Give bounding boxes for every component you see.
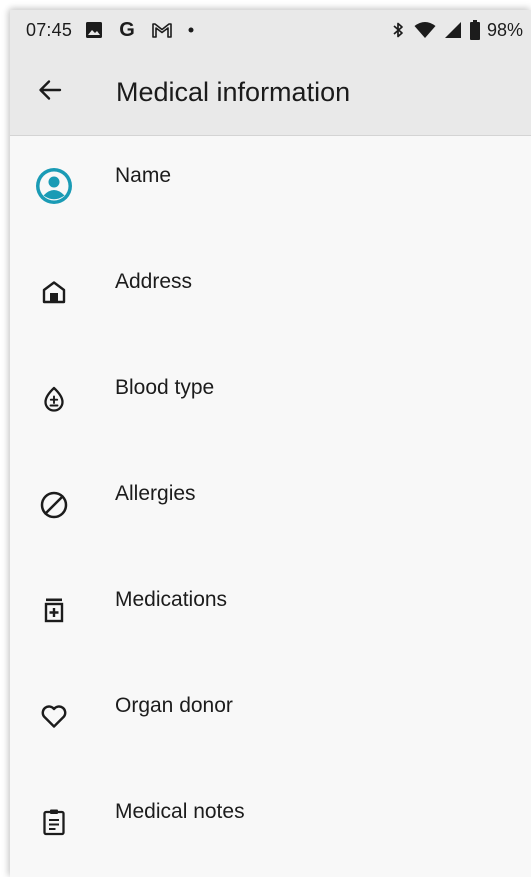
status-right: 98%	[389, 19, 523, 41]
list-item-name[interactable]: Name	[10, 136, 531, 242]
medication-icon	[34, 590, 74, 630]
block-icon	[34, 485, 74, 525]
svg-text:G: G	[119, 19, 135, 41]
gallery-icon	[84, 20, 104, 40]
item-label-medications: Medications	[115, 588, 228, 611]
clipboard-icon	[34, 802, 74, 842]
back-button[interactable]	[20, 63, 80, 123]
arrow-back-icon	[36, 76, 64, 109]
battery-icon	[469, 19, 481, 41]
item-label-blood-type: Blood type	[115, 376, 215, 399]
item-label-allergies: Allergies	[115, 482, 196, 505]
item-label-name: Name	[115, 164, 172, 187]
home-icon	[34, 272, 74, 312]
account-circle-icon	[34, 166, 74, 206]
item-label-address: Address	[115, 270, 193, 293]
app-bar: Medical information	[10, 50, 531, 136]
cell-signal-icon	[443, 20, 463, 40]
heart-icon	[34, 696, 74, 736]
page-title: Medical information	[116, 77, 351, 107]
status-time: 07:45	[26, 19, 73, 40]
wifi-icon	[413, 20, 437, 40]
medical-info-list: Name Address Blood type Allergies Medica…	[10, 136, 531, 877]
dot-icon	[186, 25, 196, 35]
battery-percent: 98%	[486, 19, 523, 40]
list-item-blood-type[interactable]: Blood type	[10, 348, 531, 454]
blood-drop-icon	[34, 379, 74, 419]
screen: 07:45 G 98% Medical information Name Add…	[10, 10, 531, 877]
bluetooth-icon	[389, 20, 407, 40]
list-item-organ-donor[interactable]: Organ donor	[10, 666, 531, 772]
list-item-allergies[interactable]: Allergies	[10, 454, 531, 560]
list-item-medications[interactable]: Medications	[10, 560, 531, 666]
google-g-icon: G	[116, 19, 138, 41]
status-left: 07:45 G	[26, 19, 196, 41]
list-item-medical-notes[interactable]: Medical notes	[10, 772, 531, 877]
gmail-icon	[150, 20, 174, 40]
item-label-organ-donor: Organ donor	[115, 694, 233, 717]
item-label-medical-notes: Medical notes	[115, 800, 245, 823]
list-item-address[interactable]: Address	[10, 242, 531, 348]
status-bar: 07:45 G 98%	[10, 10, 531, 50]
